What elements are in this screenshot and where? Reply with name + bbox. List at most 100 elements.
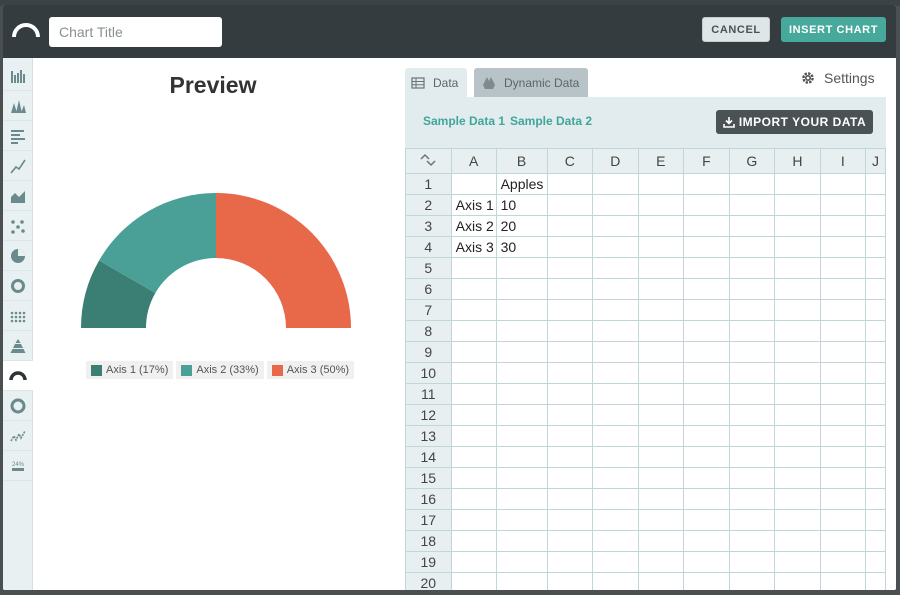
- sidebar-item-percent-number[interactable]: 24%: [3, 451, 33, 481]
- grid-cell[interactable]: [728, 404, 776, 426]
- row-header[interactable]: 11: [405, 383, 452, 405]
- grid-cell[interactable]: [683, 572, 730, 590]
- grid-cell[interactable]: [865, 383, 886, 405]
- grid-cell[interactable]: [637, 467, 685, 489]
- data-grid[interactable]: A B C D E F G H I J 1 Apples 2 Axis 1 10 3 Axis 2 20 4 Axis…: [405, 148, 886, 590]
- grid-cell[interactable]: [637, 299, 685, 321]
- grid-cell[interactable]: [546, 572, 594, 590]
- grid-cell[interactable]: [495, 446, 548, 468]
- grid-cell[interactable]: [637, 572, 685, 590]
- grid-cell[interactable]: [865, 467, 886, 489]
- grid-cell[interactable]: [774, 362, 821, 384]
- grid-cell[interactable]: [819, 299, 867, 321]
- grid-cell[interactable]: [546, 551, 594, 573]
- grid-cell[interactable]: [774, 215, 821, 237]
- grid-cell[interactable]: [683, 362, 730, 384]
- grid-cell[interactable]: [774, 488, 821, 510]
- grid-cell[interactable]: [774, 551, 821, 573]
- grid-cell[interactable]: [546, 173, 594, 195]
- sample-data-2-link[interactable]: Sample Data 2: [510, 114, 592, 128]
- row-header[interactable]: 16: [405, 488, 452, 510]
- column-header[interactable]: J: [865, 148, 886, 174]
- grid-cell[interactable]: [637, 257, 685, 279]
- grid-cell[interactable]: [819, 383, 867, 405]
- grid-cell[interactable]: [728, 446, 776, 468]
- grid-cell[interactable]: [819, 215, 867, 237]
- grid-cell[interactable]: [819, 194, 867, 216]
- sidebar-item-pyramid-chart[interactable]: [3, 331, 33, 361]
- settings-button[interactable]: Settings: [800, 70, 875, 86]
- grid-cell[interactable]: [546, 530, 594, 552]
- grid-cell[interactable]: [450, 278, 497, 300]
- column-header[interactable]: G: [728, 148, 776, 174]
- grid-cell[interactable]: [865, 404, 886, 426]
- grid-cell[interactable]: [495, 425, 548, 447]
- row-header[interactable]: 20: [405, 572, 452, 590]
- grid-cell[interactable]: [592, 509, 639, 531]
- grid-cell[interactable]: [546, 404, 594, 426]
- grid-cell[interactable]: [495, 320, 548, 342]
- grid-cell[interactable]: [774, 572, 821, 590]
- grid-cell[interactable]: [819, 257, 867, 279]
- grid-cell[interactable]: [683, 551, 730, 573]
- grid-cell[interactable]: [637, 215, 685, 237]
- grid-cell[interactable]: [495, 551, 548, 573]
- grid-cell[interactable]: [683, 320, 730, 342]
- grid-cell[interactable]: [637, 404, 685, 426]
- tab-data[interactable]: Data: [405, 68, 467, 97]
- grid-cell[interactable]: [546, 425, 594, 447]
- grid-cell[interactable]: [495, 257, 548, 279]
- chart-title-input[interactable]: [49, 17, 222, 47]
- grid-cell[interactable]: [865, 446, 886, 468]
- grid-cell[interactable]: [592, 215, 639, 237]
- grid-cell[interactable]: [774, 530, 821, 552]
- column-header[interactable]: A: [450, 148, 497, 174]
- grid-cell[interactable]: [819, 278, 867, 300]
- grid-cell[interactable]: 30: [495, 236, 548, 258]
- grid-cell[interactable]: [592, 194, 639, 216]
- grid-cell[interactable]: [546, 446, 594, 468]
- grid-cell[interactable]: [495, 488, 548, 510]
- grid-cell[interactable]: [728, 509, 776, 531]
- grid-cell[interactable]: [683, 299, 730, 321]
- grid-cell[interactable]: [865, 488, 886, 510]
- column-header[interactable]: C: [546, 148, 594, 174]
- grid-cell[interactable]: [495, 530, 548, 552]
- grid-cell[interactable]: [637, 278, 685, 300]
- grid-cell[interactable]: [728, 425, 776, 447]
- grid-cell[interactable]: [450, 446, 497, 468]
- grid-cell[interactable]: 20: [495, 215, 548, 237]
- grid-cell[interactable]: [592, 530, 639, 552]
- grid-cell[interactable]: [819, 509, 867, 531]
- row-header[interactable]: 10: [405, 362, 452, 384]
- grid-cell[interactable]: Axis 1: [450, 194, 497, 216]
- grid-cell[interactable]: [728, 362, 776, 384]
- row-header[interactable]: 19: [405, 551, 452, 573]
- row-header[interactable]: 8: [405, 320, 452, 342]
- grid-cell[interactable]: [683, 404, 730, 426]
- sidebar-item-bar-chart[interactable]: [3, 61, 33, 91]
- grid-cell[interactable]: [774, 467, 821, 489]
- grid-cell[interactable]: [637, 320, 685, 342]
- grid-cell[interactable]: [865, 215, 886, 237]
- grid-cell[interactable]: [450, 404, 497, 426]
- grid-cell[interactable]: [819, 488, 867, 510]
- grid-cell[interactable]: [592, 257, 639, 279]
- grid-cell[interactable]: [728, 530, 776, 552]
- grid-cell[interactable]: [728, 173, 776, 195]
- row-header[interactable]: 3: [405, 215, 452, 237]
- grid-cell[interactable]: [728, 257, 776, 279]
- grid-cell[interactable]: [728, 467, 776, 489]
- row-header[interactable]: 7: [405, 299, 452, 321]
- grid-cell[interactable]: [683, 446, 730, 468]
- grid-cell[interactable]: Apples: [495, 173, 548, 195]
- grid-cell[interactable]: [728, 278, 776, 300]
- row-header[interactable]: 9: [405, 341, 452, 363]
- row-header[interactable]: 2: [405, 194, 452, 216]
- grid-cell[interactable]: [728, 236, 776, 258]
- grid-cell[interactable]: [819, 551, 867, 573]
- row-header[interactable]: 6: [405, 278, 452, 300]
- grid-cell[interactable]: [450, 509, 497, 531]
- spreadsheet[interactable]: A B C D E F G H I J 1 Apples 2 Axis 1 10 3 Axis 2 20 4 Axis…: [405, 148, 886, 590]
- grid-cell[interactable]: [546, 278, 594, 300]
